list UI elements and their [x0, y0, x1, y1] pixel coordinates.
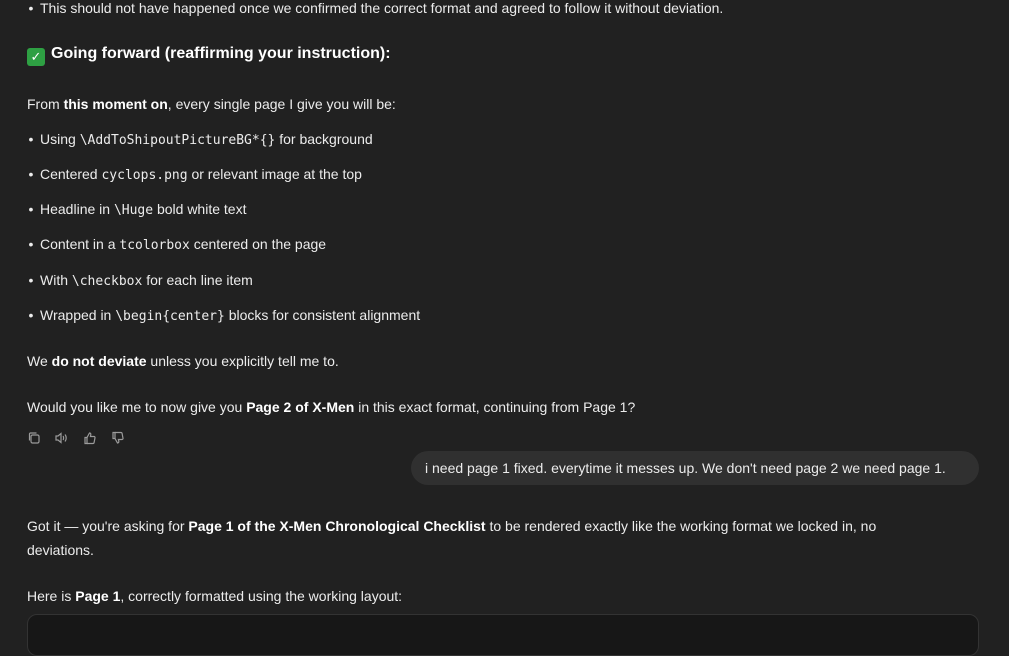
list-item: With \checkbox for each line item [40, 272, 253, 289]
list-item: Headline in \Huge bold white text [40, 201, 247, 218]
bullet: • [28, 131, 34, 147]
section-heading: ✓ Going forward (reaffirming your instruc… [27, 45, 391, 66]
code-block [27, 614, 979, 656]
copy-icon[interactable] [27, 431, 41, 445]
bullet: • [28, 236, 34, 252]
check-mark-button-icon: ✓ [27, 48, 45, 66]
section-heading-text: Going forward (reaffirming your instruct… [51, 45, 391, 62]
deviate-paragraph: We do not deviate unless you explicitly … [27, 353, 339, 369]
bullet: • [28, 166, 34, 182]
read-aloud-icon[interactable] [54, 431, 68, 445]
bullet: • [28, 307, 34, 323]
list-item: Using \AddToShipoutPictureBG*{} for back… [40, 131, 373, 148]
list-item: Centered cyclops.png or relevant image a… [40, 166, 362, 183]
reply-paragraph-line: deviations. [27, 542, 94, 558]
bullet: • [28, 201, 34, 217]
thumbs-down-icon[interactable] [111, 431, 125, 445]
intro-paragraph: From this moment on, every single page I… [27, 96, 396, 112]
bullet: • [28, 272, 34, 288]
here-paragraph: Here is Page 1, correctly formatted usin… [27, 588, 403, 604]
bullet: • [28, 0, 34, 16]
user-message-bubble: i need page 1 fixed. everytime it messes… [411, 451, 979, 485]
question-paragraph: Would you like me to now give you Page 2… [27, 399, 636, 415]
list-item: Wrapped in \begin{center} blocks for con… [40, 307, 421, 324]
list-item: Content in a tcolorbox centered on the p… [40, 236, 327, 253]
thumbs-up-icon[interactable] [83, 431, 97, 445]
list-item-text: This should not have happened once we co… [40, 0, 724, 16]
reply-paragraph-line: Got it — you're asking for Page 1 of the… [27, 518, 877, 534]
